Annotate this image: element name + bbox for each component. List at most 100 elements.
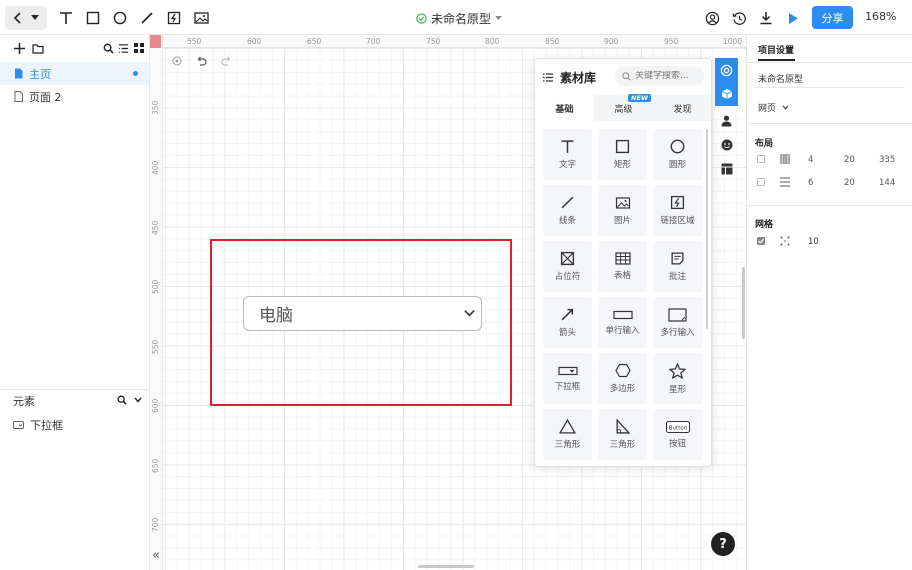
row-layout-checkbox[interactable] <box>757 178 765 186</box>
link-area-tool-button[interactable] <box>163 7 185 29</box>
library-scrollbar[interactable] <box>706 129 708 329</box>
ruler-tick-label: 750 <box>426 37 441 46</box>
library-item-label: 三角形 <box>554 440 581 450</box>
grid-size[interactable]: 10 <box>808 237 819 247</box>
templates-button[interactable] <box>715 157 738 181</box>
ruler-tick-label: 700 <box>366 37 381 46</box>
library-item-dropdown[interactable]: 下拉框 <box>543 353 592 404</box>
library-item-note[interactable]: 批注 <box>653 241 702 292</box>
person-icon <box>721 115 732 127</box>
library-item-image[interactable]: 图片 <box>598 185 647 236</box>
page-item-page-2[interactable]: 页面 2 <box>0 85 149 108</box>
library-search[interactable] <box>615 66 704 86</box>
library-item-single-input[interactable]: 单行输入 <box>598 297 647 348</box>
row-count[interactable]: 6 <box>808 178 813 188</box>
history-button[interactable] <box>728 7 750 29</box>
tab-project-settings[interactable]: 项目设置 <box>758 43 794 56</box>
history-menu-button[interactable] <box>27 7 43 29</box>
vertical-scrollbar[interactable] <box>742 267 745 339</box>
list-view-button[interactable] <box>116 41 130 55</box>
collapse-panel-button[interactable]: « <box>152 548 160 563</box>
library-item-text[interactable]: 文字 <box>543 129 592 180</box>
account-button[interactable] <box>701 7 723 29</box>
circle-tool-button[interactable] <box>109 7 131 29</box>
page-item-home[interactable]: 主页 <box>0 62 149 85</box>
library-item-multiline-input[interactable]: 多行输入 <box>653 297 702 348</box>
rectangle-icon <box>615 139 630 154</box>
grid-checkbox[interactable] <box>757 237 765 245</box>
share-button[interactable]: 分享 <box>812 6 853 29</box>
undo-icon[interactable] <box>196 56 207 66</box>
library-item-right-triangle[interactable]: 三角形 <box>598 409 647 460</box>
tab-advanced[interactable]: 高级 NEW <box>594 94 653 121</box>
target-icon[interactable] <box>172 56 182 66</box>
chevron-down-icon[interactable] <box>134 397 142 403</box>
elements-header: 元素 <box>0 389 150 411</box>
library-item-label: 圆形 <box>668 160 686 170</box>
document-title[interactable]: 未命名原型 <box>416 10 502 27</box>
library-item-circle[interactable]: 圆形 <box>653 129 702 180</box>
top-toolbar: 未命名原型 分享 168% <box>0 0 912 35</box>
redo-icon[interactable] <box>221 56 232 66</box>
asset-library-panel: 素材库 基础 高级 NEW 发现 文字 矩形 圆形 线条 <box>534 58 712 467</box>
grid-view-button[interactable] <box>132 41 146 55</box>
element-item-dropdown[interactable]: 下拉框 <box>13 417 63 433</box>
image-tool-button[interactable] <box>190 7 212 29</box>
rows-icon <box>780 177 790 187</box>
menu-icon[interactable] <box>543 73 553 82</box>
project-name-input[interactable]: 未命名原型 <box>758 72 803 85</box>
tab-basic[interactable]: 基础 <box>535 95 594 121</box>
tab-discover[interactable]: 发现 <box>653 95 711 121</box>
library-item-polygon[interactable]: 多边形 <box>598 353 647 404</box>
library-item-placeholder[interactable]: 占位符 <box>543 241 592 292</box>
line-tool-button[interactable] <box>136 7 158 29</box>
add-folder-button[interactable] <box>31 41 45 55</box>
folder-icon <box>32 43 44 54</box>
column-count[interactable]: 4 <box>808 155 813 165</box>
page-type-select[interactable]: 网页 <box>758 101 789 114</box>
zoom-level[interactable]: 168% <box>865 10 896 23</box>
column-width[interactable]: 335 <box>879 155 895 165</box>
column-layout-checkbox[interactable] <box>757 155 765 163</box>
library-item-arrow[interactable]: 箭头 <box>543 297 592 348</box>
library-item-button[interactable]: Button 按钮 <box>653 409 702 460</box>
library-item-label: 线条 <box>558 216 576 226</box>
link-area-icon <box>670 195 685 210</box>
horizontal-scrollbar[interactable] <box>418 565 474 568</box>
ruler-tick-label: 700 <box>151 517 160 532</box>
image-icon <box>193 12 209 24</box>
person-button[interactable] <box>715 109 738 133</box>
library-item-link-area[interactable]: 链接区域 <box>653 185 702 236</box>
library-item-table[interactable]: 表格 <box>598 241 647 292</box>
preview-button[interactable] <box>782 7 804 29</box>
library-item-label: 链接区域 <box>660 216 695 226</box>
library-item-rectangle[interactable]: 矩形 <box>598 129 647 180</box>
library-toggle-button[interactable] <box>715 58 738 82</box>
search-pages-button[interactable] <box>101 41 115 55</box>
components-button[interactable] <box>715 82 738 106</box>
row-height[interactable]: 144 <box>879 178 895 188</box>
help-button[interactable]: ? <box>711 532 735 556</box>
ruler-tick-label: 650 <box>151 458 160 473</box>
text-icon <box>60 12 72 24</box>
dropdown-element-icon <box>13 421 24 429</box>
text-tool-button[interactable] <box>55 7 77 29</box>
emoji-button[interactable] <box>715 133 738 157</box>
download-button[interactable] <box>755 7 777 29</box>
library-item-star[interactable]: 星形 <box>653 353 702 404</box>
rectangle-tool-button[interactable] <box>82 7 104 29</box>
row-gutter[interactable]: 20 <box>844 178 855 188</box>
column-gutter[interactable]: 20 <box>844 155 855 165</box>
dropdown-widget[interactable]: 电脑 <box>243 296 482 331</box>
polygon-icon <box>614 363 631 378</box>
library-item-line[interactable]: 线条 <box>543 185 592 236</box>
library-item-triangle[interactable]: 三角形 <box>543 409 592 460</box>
check-icon <box>758 238 764 244</box>
library-search-input[interactable] <box>635 71 699 81</box>
search-icon[interactable] <box>117 395 127 405</box>
cube-icon <box>721 89 732 99</box>
layout-header: 布局 <box>755 139 774 149</box>
multiline-input-icon <box>668 307 687 322</box>
add-page-button[interactable] <box>12 41 26 55</box>
back-button[interactable] <box>7 7 29 29</box>
